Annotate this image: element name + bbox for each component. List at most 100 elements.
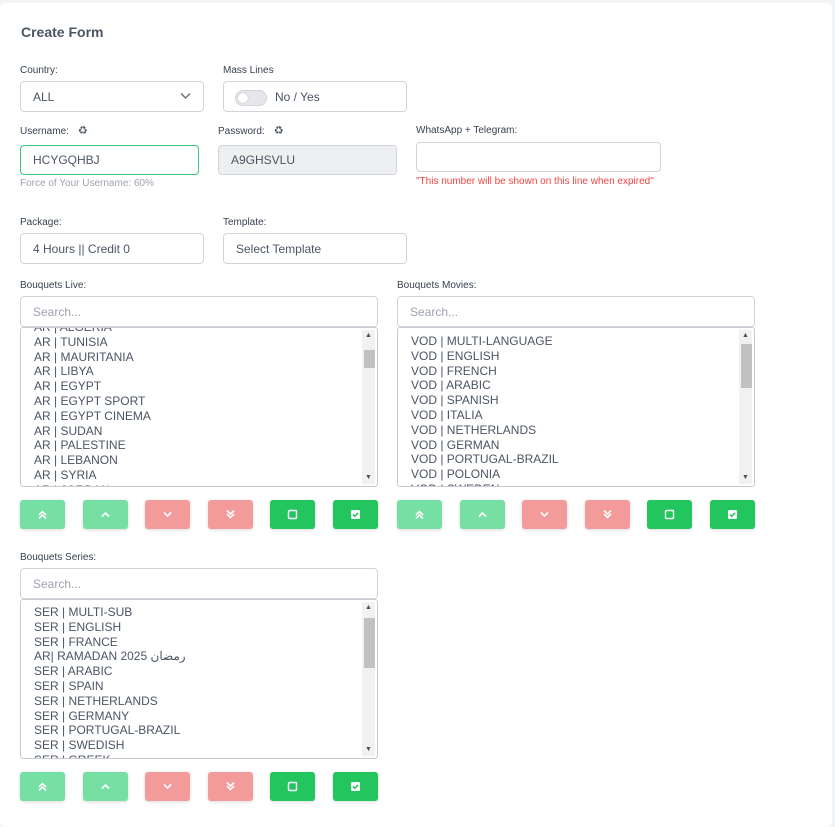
list-item[interactable]: AR | EGYPT CINEMA <box>34 409 359 424</box>
list-item[interactable]: SER | PORTUGAL-BRAZIL <box>34 723 359 738</box>
list-item[interactable]: VOD | GERMAN <box>411 438 736 453</box>
move-bottom-button[interactable] <box>207 772 253 801</box>
list-item[interactable]: AR | SUDAN <box>34 424 359 439</box>
list-item[interactable]: VOD | PORTUGAL-BRAZIL <box>411 452 736 467</box>
password-label: Password: ♻ <box>218 124 284 137</box>
scroll-up-icon[interactable]: ▲ <box>362 330 375 342</box>
bouquets-series-search[interactable]: Search... <box>20 568 378 599</box>
deselect-all-button[interactable] <box>270 772 316 801</box>
scrollbar[interactable]: ▲ ▼ <box>362 330 375 484</box>
list-item[interactable]: SER | ARABIC <box>34 664 359 679</box>
select-all-button[interactable] <box>333 500 378 529</box>
chevron-down-icon <box>163 783 172 790</box>
move-up-button[interactable] <box>459 500 505 529</box>
list-item[interactable]: AR | LEBANON <box>34 453 359 468</box>
list-item[interactable]: SER | MULTI-SUB <box>34 605 359 620</box>
scroll-down-icon[interactable]: ▼ <box>739 472 752 484</box>
double-chevron-up-icon <box>415 510 424 520</box>
list-item[interactable]: AR | EGYPT SPORT <box>34 394 359 409</box>
scrollbar[interactable]: ▲ ▼ <box>362 602 375 756</box>
move-up-button[interactable] <box>82 500 128 529</box>
select-all-button[interactable] <box>710 500 755 529</box>
chevron-down-icon <box>163 511 172 518</box>
bouquets-movies-list[interactable]: VOD | MULTI-LANGUAGE VOD | ENGLISH VOD | F… <box>397 327 755 487</box>
list-item[interactable]: VOD | MULTI-LANGUAGE <box>411 334 736 349</box>
list-item[interactable]: SER | FRANCE <box>34 635 359 650</box>
scroll-thumb[interactable] <box>741 344 752 388</box>
list-item[interactable]: AR | EGYPT <box>34 379 359 394</box>
move-bottom-button[interactable] <box>207 500 253 529</box>
bouquets-movies-label: Bouquets Movies: <box>397 280 477 291</box>
deselect-all-button[interactable] <box>647 500 693 529</box>
bouquets-live-list[interactable]: AR | ALGERIA AR | TUNISIA AR | MAURITANIA A… <box>20 327 378 487</box>
move-top-button[interactable] <box>20 772 65 801</box>
list-item[interactable]: SER | SWEDISH <box>34 738 359 753</box>
square-icon <box>288 509 298 520</box>
scroll-up-icon[interactable]: ▲ <box>362 602 375 614</box>
bouquets-movies-search[interactable]: Search... <box>397 296 755 327</box>
search-placeholder: Search... <box>410 304 459 319</box>
recycle-icon[interactable]: ♻ <box>78 125 88 137</box>
list-item[interactable]: VOD | POLONIA <box>411 467 736 482</box>
scrollbar[interactable]: ▲ ▼ <box>739 330 752 484</box>
list-item[interactable]: AR | ALGERIA <box>34 328 359 335</box>
country-label: Country: <box>20 65 58 76</box>
list-item[interactable]: VOD | NETHERLANDS <box>411 423 736 438</box>
list-item[interactable]: SER | SPAIN <box>34 679 359 694</box>
username-value: HCYGQHBJ <box>33 153 100 167</box>
double-chevron-down-icon <box>226 509 235 519</box>
double-chevron-down-icon <box>226 781 235 791</box>
list-item[interactable]: VOD | FRENCH <box>411 364 736 379</box>
scroll-up-icon[interactable]: ▲ <box>739 330 752 342</box>
list-item[interactable]: SER | ENGLISH <box>34 620 359 635</box>
list-item[interactable]: AR | TUNISIA <box>34 335 359 350</box>
move-top-button[interactable] <box>397 500 442 529</box>
bouquets-series-list[interactable]: SER | MULTI-SUB SER | ENGLISH SER | FRANCE… <box>20 599 378 759</box>
mass-lines-toggle[interactable] <box>235 90 267 106</box>
chevron-up-icon <box>478 511 487 518</box>
list-item[interactable]: VOD | SWEDEN <box>411 482 736 486</box>
list-item[interactable]: AR | JORDAN <box>34 483 359 486</box>
username-label: Username: ♻ <box>20 124 88 137</box>
username-input[interactable]: HCYGQHBJ <box>20 145 199 175</box>
move-bottom-button[interactable] <box>584 500 630 529</box>
package-select[interactable]: 4 Hours || Credit 0 <box>20 233 204 264</box>
move-up-button[interactable] <box>82 772 128 801</box>
mass-lines-toggle-text: No / Yes <box>275 90 320 104</box>
chevron-up-icon <box>101 511 110 518</box>
contact-input[interactable] <box>416 142 661 172</box>
list-item[interactable]: AR | PALESTINE <box>34 438 359 453</box>
recycle-icon[interactable]: ♻ <box>274 125 284 137</box>
move-down-button[interactable] <box>145 772 191 801</box>
list-item[interactable]: SER | GREEK <box>34 753 359 758</box>
list-item[interactable]: VOD | ITALIA <box>411 408 736 423</box>
list-item[interactable]: AR | MAURITANIA <box>34 350 359 365</box>
scroll-thumb[interactable] <box>364 618 375 668</box>
list-item[interactable]: AR| RAMADAN 2025 رمضان <box>34 649 359 664</box>
list-item[interactable]: SER | GERMANY <box>34 709 359 724</box>
list-item[interactable]: VOD | ARABIC <box>411 378 736 393</box>
form-title: Create Form <box>21 24 104 40</box>
bouquets-live-search[interactable]: Search... <box>20 296 378 327</box>
scroll-down-icon[interactable]: ▼ <box>362 744 375 756</box>
template-select[interactable]: Select Template <box>223 233 407 264</box>
select-all-button[interactable] <box>333 772 378 801</box>
list-item[interactable]: AR | LIBYA <box>34 364 359 379</box>
move-down-button[interactable] <box>145 500 191 529</box>
password-input: A9GHSVLU <box>218 145 397 175</box>
scroll-thumb[interactable] <box>364 350 375 368</box>
move-down-button[interactable] <box>522 500 568 529</box>
scroll-down-icon[interactable]: ▼ <box>362 472 375 484</box>
deselect-all-button[interactable] <box>270 500 316 529</box>
list-item[interactable]: VOD | ENGLISH <box>411 349 736 364</box>
list-item[interactable]: VOD | SPANISH <box>411 393 736 408</box>
username-strength: Force of Your Username: 60% <box>20 178 154 189</box>
list-item[interactable]: SER | NETHERLANDS <box>34 694 359 709</box>
password-value: A9GHSVLU <box>231 153 296 167</box>
country-select[interactable]: ALL <box>20 81 204 112</box>
list-item[interactable]: AR | SYRIA <box>34 468 359 483</box>
username-label-text: Username: <box>20 126 69 137</box>
mass-lines-field: No / Yes <box>223 81 407 112</box>
move-top-button[interactable] <box>20 500 65 529</box>
bouquets-live-label: Bouquets Live: <box>20 280 87 291</box>
